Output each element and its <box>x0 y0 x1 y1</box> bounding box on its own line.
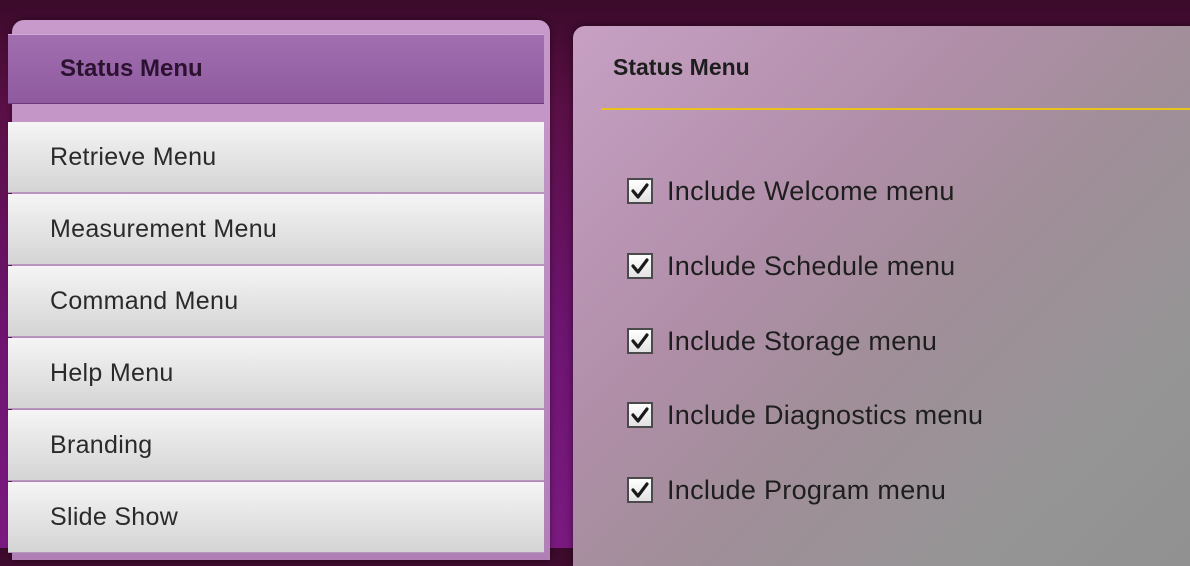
checkbox[interactable] <box>627 477 653 503</box>
content-panel: Status Menu Include Welcome menu Include… <box>573 26 1190 566</box>
sidebar-header-status-menu[interactable]: Status Menu <box>8 34 544 104</box>
option-label: Include Schedule menu <box>667 250 956 281</box>
sidebar-item-label: Measurement Menu <box>50 214 278 243</box>
checkmark-icon <box>631 407 649 423</box>
page-title: Status Menu <box>613 54 750 80</box>
option-label: Include Program menu <box>667 474 947 505</box>
option-label: Include Welcome menu <box>667 175 955 206</box>
sidebar-item-command-menu[interactable]: Command Menu <box>8 266 544 337</box>
sidebar-item-label: Help Menu <box>50 358 174 387</box>
option-include-welcome-menu[interactable]: Include Welcome menu <box>627 171 955 211</box>
option-include-schedule-menu[interactable]: Include Schedule menu <box>627 246 956 286</box>
checkbox[interactable] <box>627 178 653 204</box>
option-include-storage-menu[interactable]: Include Storage menu <box>627 321 937 361</box>
checkbox[interactable] <box>627 253 653 279</box>
checkmark-icon <box>631 482 649 498</box>
sidebar-item-help-menu[interactable]: Help Menu <box>8 338 544 409</box>
sidebar-item-label: Branding <box>50 430 153 459</box>
sidebar-item-retrieve-menu[interactable]: Retrieve Menu <box>8 122 544 193</box>
checkmark-icon <box>631 333 649 349</box>
checkmark-icon <box>631 183 649 199</box>
checkbox[interactable] <box>627 402 653 428</box>
checkbox[interactable] <box>627 328 653 354</box>
sidebar-item-branding[interactable]: Branding <box>8 410 544 481</box>
checkmark-icon <box>631 258 649 274</box>
option-include-program-menu[interactable]: Include Program menu <box>627 470 946 510</box>
sidebar-item-slide-show[interactable]: Slide Show <box>8 482 544 553</box>
sidebar-item-label: Slide Show <box>50 502 179 531</box>
option-include-diagnostics-menu[interactable]: Include Diagnostics menu <box>627 395 983 435</box>
option-label: Include Storage menu <box>667 325 938 356</box>
title-divider <box>601 108 1190 110</box>
sidebar-item-measurement-menu[interactable]: Measurement Menu <box>8 194 544 265</box>
option-label: Include Diagnostics menu <box>667 399 984 430</box>
sidebar-item-label: Command Menu <box>50 286 239 315</box>
sidebar-item-label: Retrieve Menu <box>50 142 217 171</box>
sidebar-header-label: Status Menu <box>60 55 203 82</box>
